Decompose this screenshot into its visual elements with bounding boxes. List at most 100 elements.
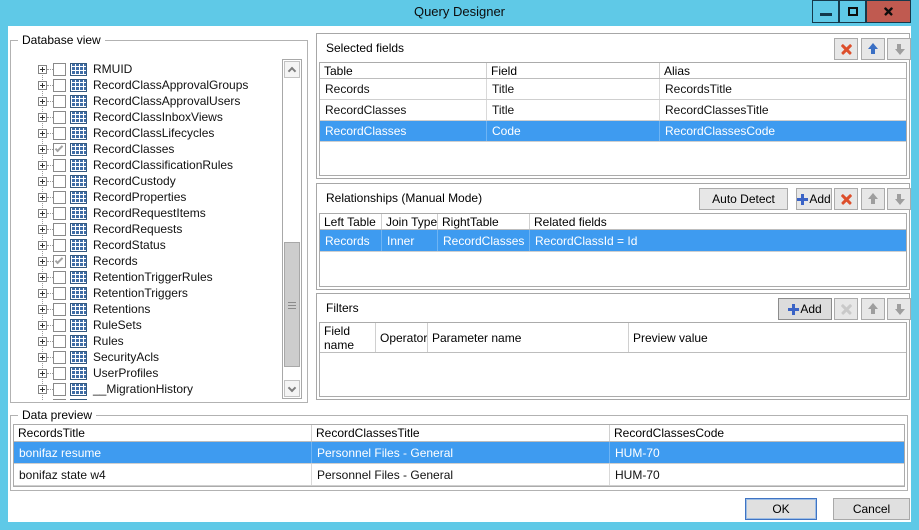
expand-icon[interactable]	[38, 81, 47, 90]
filters-delete-button[interactable]	[834, 298, 858, 320]
tree-checkbox[interactable]	[53, 63, 66, 76]
tree-checkbox[interactable]	[53, 367, 66, 380]
table-row[interactable]: RecordClassesTitleRecordClassesTitle	[320, 100, 906, 121]
selected-fields-move-down-button[interactable]	[887, 38, 911, 60]
tree-checkbox[interactable]	[53, 239, 66, 252]
tree-item[interactable]: SecurityAcls	[29, 349, 271, 365]
expand-icon[interactable]	[38, 273, 47, 282]
filters-add-button[interactable]: Add	[778, 298, 832, 320]
tree-item[interactable]: RecordCustody	[29, 173, 271, 189]
expand-icon[interactable]	[38, 337, 47, 346]
tree-item[interactable]: Records	[29, 253, 271, 269]
table-row[interactable]: bonifaz state w4Personnel Files - Genera…	[14, 464, 904, 486]
tree-item[interactable]: RecordClassInboxViews	[29, 109, 271, 125]
table-row[interactable]: RecordsInnerRecordClassesRecordClassId =…	[320, 230, 906, 252]
tree-item[interactable]: RecordRequests	[29, 221, 271, 237]
tree-item[interactable]: RecordClassApprovalGroups	[29, 77, 271, 93]
table-row[interactable]: RecordsTitleRecordsTitle	[320, 79, 906, 100]
expand-icon[interactable]	[38, 385, 47, 394]
tree-checkbox[interactable]	[53, 223, 66, 236]
scrollbar-thumb[interactable]	[284, 242, 300, 367]
expand-icon[interactable]	[38, 161, 47, 170]
cancel-button[interactable]: Cancel	[833, 498, 910, 520]
expand-icon[interactable]	[38, 129, 47, 138]
expand-icon[interactable]	[38, 177, 47, 186]
tree-checkbox[interactable]	[53, 255, 66, 268]
table-row[interactable]: bonifaz resumePersonnel Files - GeneralH…	[14, 442, 904, 464]
table-icon	[70, 111, 87, 124]
tree-item[interactable]: RetentionTriggers	[29, 285, 271, 301]
tree-checkbox[interactable]	[53, 175, 66, 188]
tree-checkbox[interactable]	[53, 303, 66, 316]
tree-item[interactable]: RecordProperties	[29, 189, 271, 205]
ok-button[interactable]: OK	[745, 498, 817, 520]
tree-scrollbar[interactable]	[282, 59, 302, 399]
tree-checkbox[interactable]	[53, 319, 66, 332]
tree-checkbox[interactable]	[53, 159, 66, 172]
table-cell: bonifaz state w4	[14, 464, 312, 485]
expand-icon[interactable]	[38, 353, 47, 362]
tree-checkbox[interactable]	[53, 351, 66, 364]
expand-icon[interactable]	[38, 369, 47, 378]
expand-icon[interactable]	[38, 145, 47, 154]
tree-checkbox[interactable]	[53, 207, 66, 220]
tree-item[interactable]: RecordStatus	[29, 237, 271, 253]
expand-icon[interactable]	[38, 289, 47, 298]
tree-checkbox[interactable]	[53, 111, 66, 124]
auto-detect-button[interactable]: Auto Detect	[699, 188, 788, 210]
tree-item[interactable]	[29, 397, 271, 400]
expand-icon[interactable]	[38, 241, 47, 250]
expand-icon[interactable]	[38, 97, 47, 106]
scroll-down-button[interactable]	[284, 380, 300, 397]
tree-checkbox[interactable]	[53, 383, 66, 396]
tree-checkbox[interactable]	[53, 271, 66, 284]
database-view-label: Database view	[18, 33, 105, 47]
tree-checkbox[interactable]	[53, 95, 66, 108]
tree-item[interactable]: RecordClassApprovalUsers	[29, 93, 271, 109]
tree-checkbox[interactable]	[53, 191, 66, 204]
expand-icon[interactable]	[38, 257, 47, 266]
relationships-add-button[interactable]: Add	[796, 188, 832, 210]
tree-item[interactable]: Rules	[29, 333, 271, 349]
tree-checkbox[interactable]	[53, 287, 66, 300]
minimize-button[interactable]	[812, 0, 839, 23]
expand-icon[interactable]	[38, 225, 47, 234]
tree-item[interactable]: RuleSets	[29, 317, 271, 333]
filters-move-up-button[interactable]	[861, 298, 885, 320]
expand-icon[interactable]	[38, 209, 47, 218]
tree-item[interactable]: UserProfiles	[29, 365, 271, 381]
selected-fields-label: Selected fields	[326, 41, 404, 55]
tree-item[interactable]: RMUID	[29, 61, 271, 77]
tree-checkbox[interactable]	[53, 143, 66, 156]
maximize-button[interactable]	[839, 0, 866, 23]
tree-item[interactable]: RecordClassLifecycles	[29, 125, 271, 141]
filters-move-down-button[interactable]	[887, 298, 911, 320]
table-cell: HUM-70	[610, 442, 904, 463]
selected-fields-delete-button[interactable]	[834, 38, 858, 60]
tree-checkbox[interactable]	[53, 399, 66, 401]
expand-icon[interactable]	[38, 193, 47, 202]
expand-icon[interactable]	[38, 65, 47, 74]
expand-icon[interactable]	[38, 113, 47, 122]
relationships-move-up-button[interactable]	[861, 188, 885, 210]
tree-checkbox[interactable]	[53, 127, 66, 140]
tree-item-label: RecordProperties	[93, 190, 186, 204]
table-row[interactable]: RecordClassesCodeRecordClassesCode	[320, 121, 906, 142]
scroll-up-button[interactable]	[284, 61, 300, 78]
tree-item[interactable]: RetentionTriggerRules	[29, 269, 271, 285]
selected-fields-move-up-button[interactable]	[861, 38, 885, 60]
tree-item[interactable]: __MigrationHistory	[29, 381, 271, 397]
titlebar[interactable]: Query Designer	[0, 0, 919, 26]
expand-icon[interactable]	[38, 321, 47, 330]
relationships-delete-button[interactable]	[834, 188, 858, 210]
tree-item[interactable]: RecordClasses	[29, 141, 271, 157]
table-icon	[70, 79, 87, 92]
tree-item[interactable]: Retentions	[29, 301, 271, 317]
tree-checkbox[interactable]	[53, 335, 66, 348]
relationships-move-down-button[interactable]	[887, 188, 911, 210]
expand-icon[interactable]	[38, 305, 47, 314]
tree-item[interactable]: RecordRequestItems	[29, 205, 271, 221]
tree-checkbox[interactable]	[53, 79, 66, 92]
close-button[interactable]	[866, 0, 911, 23]
tree-item[interactable]: RecordClassificationRules	[29, 157, 271, 173]
